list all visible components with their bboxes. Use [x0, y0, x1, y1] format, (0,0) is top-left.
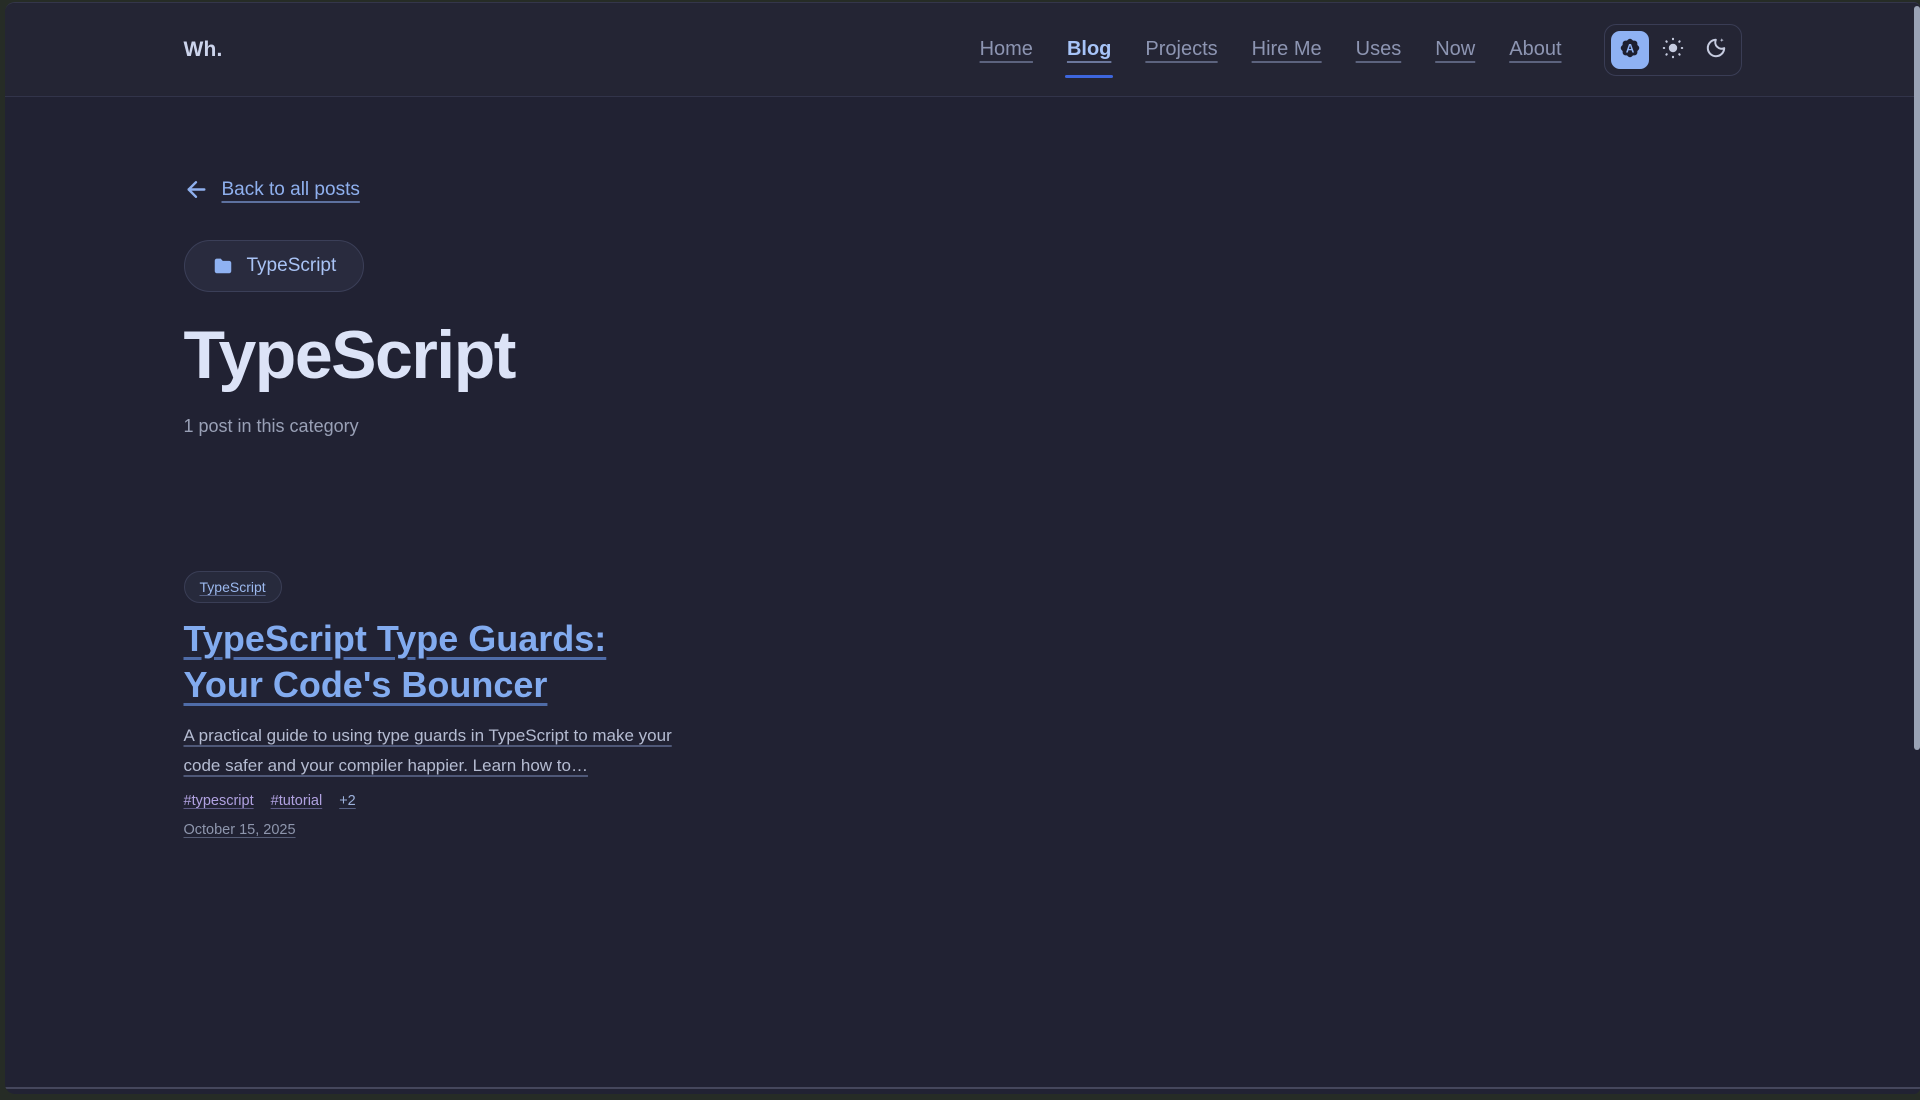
post-description[interactable]: A practical guide to using type guards i…	[184, 721, 689, 779]
svg-text:A: A	[1625, 42, 1634, 56]
nav-item-hire-me[interactable]: Hire Me	[1252, 38, 1322, 61]
theme-light-button[interactable]	[1654, 31, 1692, 69]
arrow-left-icon	[184, 177, 209, 202]
theme-dark-button[interactable]	[1697, 31, 1735, 69]
post-category-chip[interactable]: TypeScript	[184, 571, 282, 603]
site-header: Wh. Home Blog Projects Hire Me Uses Now …	[5, 3, 1920, 97]
nav-item-uses[interactable]: Uses	[1356, 38, 1402, 61]
nav-item-about[interactable]: About	[1509, 38, 1561, 61]
folder-icon	[212, 255, 234, 277]
footer-divider	[5, 1087, 1920, 1089]
category-badge-label: TypeScript	[247, 255, 337, 277]
vertical-scrollbar[interactable]	[1914, 6, 1920, 750]
moon-star-icon	[1704, 36, 1728, 63]
auto-badge-a-icon: A	[1617, 35, 1643, 64]
nav-item-home[interactable]: Home	[980, 38, 1033, 61]
post-hashtags-row: #typescript #tutorial +2	[184, 793, 694, 809]
theme-auto-button[interactable]: A	[1611, 31, 1649, 69]
post-title-link[interactable]: TypeScript Type Guards: Your Code's Boun…	[184, 616, 664, 708]
more-tags-link[interactable]: +2	[339, 793, 356, 809]
hashtag-typescript[interactable]: #typescript	[184, 793, 254, 809]
theme-toggle-group: A	[1604, 24, 1742, 76]
sun-icon	[1661, 36, 1685, 63]
post-card: TypeScript TypeScript Type Guards: Your …	[184, 571, 694, 839]
browser-viewport: Wh. Home Blog Projects Hire Me Uses Now …	[5, 2, 1920, 1094]
back-to-posts-link[interactable]: Back to all posts	[184, 177, 360, 202]
page-title: TypeScript	[184, 316, 1742, 394]
category-page: Back to all posts TypeScript TypeScript …	[184, 97, 1742, 839]
nav-item-now[interactable]: Now	[1435, 38, 1475, 61]
nav-item-projects[interactable]: Projects	[1145, 38, 1217, 61]
back-link-label: Back to all posts	[222, 179, 360, 201]
site-logo[interactable]: Wh.	[184, 38, 223, 62]
post-date: October 15, 2025	[184, 822, 296, 838]
hashtag-tutorial[interactable]: #tutorial	[271, 793, 323, 809]
nav-item-blog[interactable]: Blog	[1067, 38, 1111, 61]
category-badge: TypeScript	[184, 240, 365, 292]
main-nav: Home Blog Projects Hire Me Uses Now Abou…	[980, 38, 1562, 61]
post-count-text: 1 post in this category	[184, 416, 1742, 437]
